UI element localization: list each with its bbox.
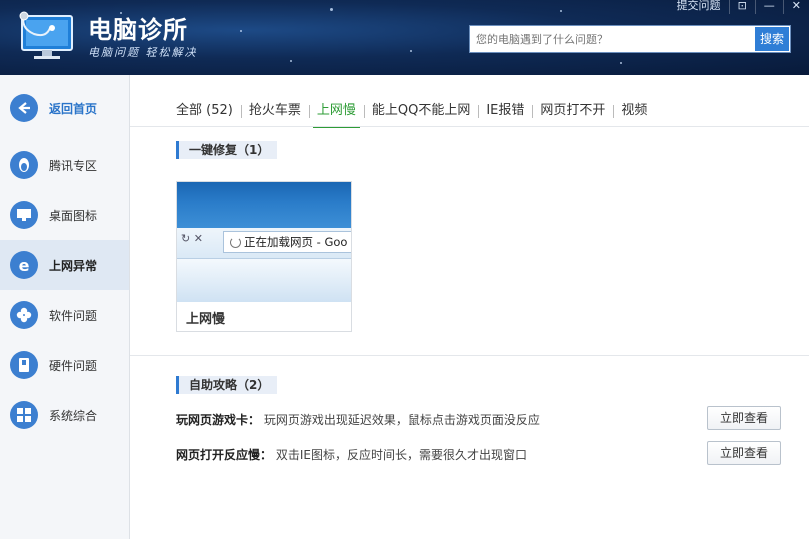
- windows-icon: [10, 401, 38, 429]
- refresh-stop-icon: ↻ ✕: [181, 232, 203, 245]
- fix-card-label: 上网慢: [186, 312, 226, 327]
- search-input[interactable]: [470, 26, 762, 52]
- close-icon[interactable]: ✕: [782, 0, 809, 14]
- minimize-icon[interactable]: —: [754, 0, 783, 14]
- section-divider: [130, 355, 809, 356]
- category-tabs: 全部 (52) 抢火车票 上网慢 能上QQ不能上网 IE报错 网页打不开 视频: [176, 96, 655, 128]
- guide-title: 网页打开反应慢：: [176, 448, 273, 462]
- view-guide-button[interactable]: 立即查看: [707, 441, 781, 465]
- tab-train-tickets[interactable]: 抢火车票: [240, 100, 309, 122]
- sidebar-item-label: 系统综合: [49, 408, 98, 423]
- back-arrow-icon: [10, 94, 38, 122]
- monitor-icon: [10, 201, 38, 229]
- thumb-tab-text: 正在加载网页 - Goo: [244, 235, 348, 249]
- sidebar-item-label: 腾讯专区: [49, 158, 98, 173]
- view-guide-button[interactable]: 立即查看: [707, 406, 781, 430]
- sidebar-item-label: 桌面图标: [49, 208, 98, 223]
- sidebar-item-home[interactable]: 返回首页: [0, 83, 129, 133]
- sidebar: 返回首页 腾讯专区 桌面图标 e 上网异常 软件问题 硬件问题 系统综合: [0, 75, 130, 539]
- fix-card-slow-internet[interactable]: ↻ ✕ 正在加载网页 - Goo 上网慢: [176, 181, 352, 332]
- guide-desc: 双击IE图标，反应时间长，需要很久才出现窗口: [275, 448, 527, 462]
- app-logo-icon: [16, 10, 76, 60]
- hardware-icon: [10, 351, 38, 379]
- app-title: 电脑诊所: [88, 16, 188, 44]
- ie-browser-icon: e: [10, 251, 38, 279]
- guide-item: 玩网页游戏卡： 玩网页游戏出现延迟效果，鼠标点击游戏页面没反应: [176, 411, 540, 428]
- sidebar-item-software[interactable]: 软件问题: [0, 290, 129, 340]
- clover-icon: [10, 301, 38, 329]
- guide-item: 网页打开反应慢： 双击IE图标，反应时间长，需要很久才出现窗口: [176, 446, 527, 463]
- tab-divider: [130, 126, 809, 127]
- tab-slow-internet[interactable]: 上网慢: [308, 100, 364, 128]
- guide-desc: 玩网页游戏出现延迟效果，鼠标点击游戏页面没反应: [263, 413, 540, 427]
- sidebar-item-label: 上网异常: [49, 258, 98, 273]
- loading-spinner-icon: [230, 237, 241, 248]
- fix-card-thumbnail: ↻ ✕ 正在加载网页 - Goo: [177, 182, 351, 302]
- sidebar-item-desktop-icons[interactable]: 桌面图标: [0, 190, 129, 240]
- restore-icon[interactable]: ⊡: [728, 0, 755, 14]
- app-slogan: 电脑问题 轻松解决: [88, 46, 198, 59]
- tab-qq-no-internet[interactable]: 能上QQ不能上网: [363, 100, 478, 122]
- browser-tab-thumb: 正在加载网页 - Goo: [223, 231, 351, 253]
- sidebar-item-hardware[interactable]: 硬件问题: [0, 340, 129, 390]
- sidebar-item-network[interactable]: e 上网异常: [0, 240, 129, 290]
- tab-page-wont-open[interactable]: 网页打不开: [532, 100, 613, 122]
- qq-penguin-icon: [10, 151, 38, 179]
- window-controls: 提交问题 ⊡ — ✕: [669, 0, 809, 14]
- sidebar-item-label: 软件问题: [49, 308, 98, 323]
- guide-title: 玩网页游戏卡：: [176, 413, 261, 427]
- app-header: 电脑诊所 电脑问题 轻松解决 提交问题 ⊡ — ✕ 搜索: [0, 0, 809, 75]
- self-help-title: 自助攻略（2）: [176, 376, 278, 394]
- sidebar-item-tencent[interactable]: 腾讯专区: [0, 140, 129, 190]
- sidebar-item-label: 返回首页: [49, 101, 98, 116]
- submit-question-link[interactable]: 提交问题: [669, 0, 729, 14]
- search-box: 搜索: [469, 25, 791, 53]
- tab-ie-error[interactable]: IE报错: [478, 100, 532, 122]
- tab-video[interactable]: 视频: [613, 100, 655, 122]
- sidebar-item-label: 硬件问题: [49, 358, 98, 373]
- tab-all[interactable]: 全部 (52): [176, 100, 241, 122]
- sidebar-item-system[interactable]: 系统综合: [0, 390, 129, 440]
- quick-fix-title: 一键修复（1）: [176, 141, 278, 159]
- search-button[interactable]: 搜索: [755, 27, 789, 51]
